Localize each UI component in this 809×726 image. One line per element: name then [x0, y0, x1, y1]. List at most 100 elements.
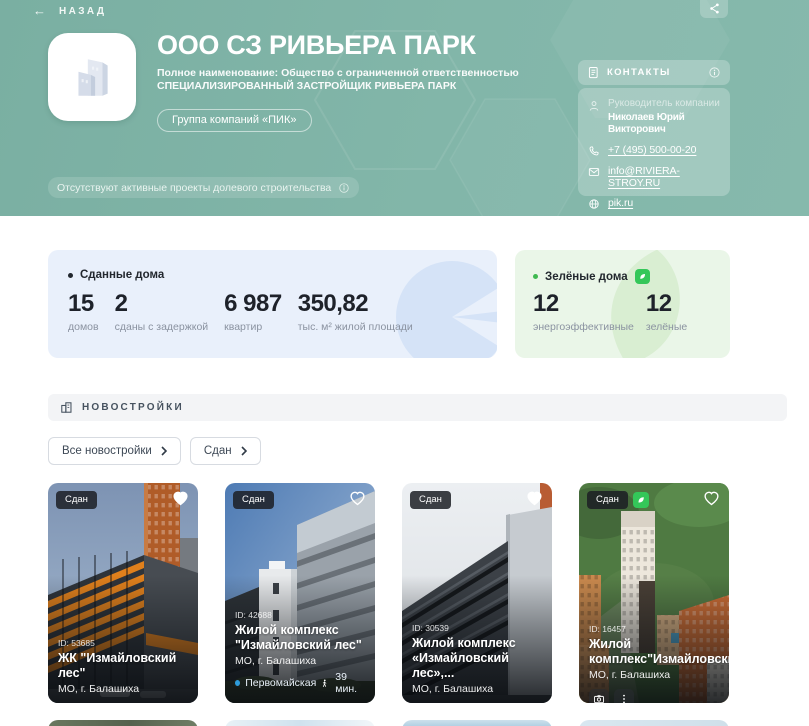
- heart-icon: [172, 490, 189, 507]
- property-card[interactable]: [402, 720, 552, 726]
- property-card[interactable]: [48, 720, 198, 726]
- chevron-right-icon: [161, 446, 167, 456]
- listing-id: ID: 30539: [412, 623, 544, 633]
- leader-row: Руководитель компании Николаев Юрий Викт…: [588, 98, 720, 136]
- listing-location: МО, г. Балашиха: [412, 683, 544, 695]
- property-card[interactable]: [579, 720, 729, 726]
- green-stats-title: Зелёные дома: [533, 269, 650, 284]
- developer-profile-page: ← НАЗАД ОО: [0, 0, 809, 726]
- metro-station: Первомайская: [245, 677, 316, 689]
- phone-icon: [588, 145, 600, 157]
- phone-link[interactable]: +7 (495) 500-00-20: [588, 144, 720, 157]
- status-badge: Сдан: [233, 491, 274, 509]
- more-icon: [618, 693, 630, 703]
- full-name-line2: СПЕЦИАЛИЗИРОВАННЫЙ ЗАСТРОЙЩИК РИВЬЕРА ПА…: [157, 80, 577, 93]
- filter-all-label: Все новостройки: [62, 445, 152, 457]
- heart-icon: [703, 490, 720, 507]
- status-note: Отсутствуют активные проекты долевого ст…: [48, 177, 359, 198]
- listing-title: ЖК "Измайловский лес": [58, 651, 190, 681]
- stat-green: 12 зелёные: [646, 290, 687, 333]
- filter-sdan-label: Сдан: [204, 445, 232, 457]
- section-novostroyki-header: НОВОСТРОЙКИ: [48, 394, 787, 421]
- info-icon[interactable]: [708, 66, 721, 79]
- property-card[interactable]: Сдан ID: 42688 Жилой комплекс "Измайловс…: [225, 483, 375, 703]
- mail-icon: [588, 166, 600, 178]
- more-button[interactable]: [614, 689, 634, 703]
- listing-id: ID: 53685: [58, 638, 190, 648]
- property-cards-row: Сдан ID: 53685 ЖК "Измайловский лес" МО,…: [48, 483, 761, 703]
- media-chips: [589, 689, 634, 703]
- back-button[interactable]: ← НАЗАД: [33, 4, 106, 18]
- camera-icon: [593, 693, 605, 703]
- group-badge[interactable]: Группа компаний «ПИК»: [157, 109, 312, 132]
- filter-all-button[interactable]: Все новостройки: [48, 437, 181, 465]
- heart-icon: [349, 490, 366, 507]
- chevron-right-icon: [241, 446, 247, 456]
- listing-id: ID: 42688: [235, 610, 367, 620]
- company-title-block: ООО СЗ РИВЬЕРА ПАРК Полное наименование:…: [157, 30, 577, 132]
- stat-apartments: 6 987 квартир: [224, 290, 282, 333]
- listing-id: ID: 16457: [589, 624, 721, 634]
- leaf-badge-icon: [635, 269, 650, 284]
- listing-location: МО, г. Балашиха: [235, 655, 367, 667]
- filter-sdan-button[interactable]: Сдан: [190, 437, 261, 465]
- leaf-badge-icon: [633, 492, 649, 508]
- info-icon[interactable]: [338, 182, 350, 194]
- green-stats-card: Зелёные дома 12 энергоэффективные 12 зел…: [515, 250, 730, 358]
- walk-icon: [321, 678, 328, 689]
- favorite-button[interactable]: [703, 490, 721, 508]
- stat-delayed: 2 сданы с задержкой: [115, 290, 209, 333]
- back-label: НАЗАД: [59, 6, 106, 17]
- metro-line-icon: [235, 680, 240, 686]
- contacts-icon: [587, 66, 600, 79]
- contacts-title: КОНТАКТЫ: [607, 67, 708, 78]
- listing-title: Жилой комплекс "Измайловский лес": [235, 623, 367, 653]
- bullet-icon: [68, 273, 73, 278]
- favorite-button[interactable]: [349, 490, 367, 508]
- property-card[interactable]: Сдан ID: 16457 Жилой комплекс"Измайловск…: [579, 483, 729, 703]
- building-logo-icon: [67, 52, 117, 102]
- listing-title: Жилой комплекс «Измайловский лес»,...: [412, 636, 544, 681]
- property-card[interactable]: [225, 720, 375, 726]
- globe-icon: [588, 198, 600, 210]
- heart-icon: [526, 490, 543, 507]
- property-card[interactable]: Сдан ID: 30539 Жилой комплекс «Измайловс…: [402, 483, 552, 703]
- stat-area: 350,82 тыс. м² жилой площади: [298, 290, 413, 333]
- full-name-line1: Полное наименование: Общество с ограниче…: [157, 67, 577, 80]
- page-title: ООО СЗ РИВЬЕРА ПАРК: [157, 30, 577, 60]
- favorite-button[interactable]: [172, 490, 190, 508]
- website-link[interactable]: pik.ru: [588, 197, 720, 210]
- company-logo: [48, 33, 136, 121]
- listing-title: Жилой комплекс"Измайловский...: [589, 637, 721, 667]
- back-arrow-icon: ←: [33, 4, 46, 18]
- status-badge: Сдан: [410, 491, 451, 509]
- leader-label: Руководитель компании: [608, 98, 720, 110]
- share-button[interactable]: [700, 0, 728, 18]
- listing-location: МО, г. Балашиха: [589, 669, 721, 681]
- delivered-stats-card: Сданные дома 15 домов 2 сданы с задержко…: [48, 250, 497, 358]
- status-note-text: Отсутствуют активные проекты долевого ст…: [57, 182, 331, 194]
- filters-row: Все новостройки Сдан: [48, 437, 261, 465]
- favorite-button[interactable]: [526, 490, 544, 508]
- contacts-card: Руководитель компании Николаев Юрий Викт…: [578, 88, 730, 196]
- website-value: pik.ru: [608, 197, 633, 209]
- metro-row: Первомайская 39 мин.: [235, 671, 367, 695]
- property-card[interactable]: Сдан ID: 53685 ЖК "Измайловский лес" МО,…: [48, 483, 198, 703]
- person-icon: [588, 99, 600, 113]
- stat-energy-efficient: 12 энергоэффективные: [533, 290, 634, 333]
- status-badge: Сдан: [587, 491, 628, 509]
- email-value: info@RIVIERA-STROY.RU: [608, 165, 720, 189]
- status-badge: Сдан: [56, 491, 97, 509]
- email-link[interactable]: info@RIVIERA-STROY.RU: [588, 165, 720, 189]
- section-title: НОВОСТРОЙКИ: [82, 402, 184, 413]
- delivered-stats-title: Сданные дома: [68, 269, 164, 281]
- header: ← НАЗАД ОО: [0, 0, 809, 216]
- bullet-icon: [533, 274, 538, 279]
- next-cards-row: [48, 720, 761, 726]
- phone-value: +7 (495) 500-00-20: [608, 144, 696, 156]
- building-icon: [60, 401, 73, 414]
- camera-button[interactable]: [589, 689, 609, 703]
- share-icon: [708, 2, 721, 15]
- listing-location: МО, г. Балашиха: [58, 683, 190, 695]
- stat-houses: 15 домов: [68, 290, 99, 333]
